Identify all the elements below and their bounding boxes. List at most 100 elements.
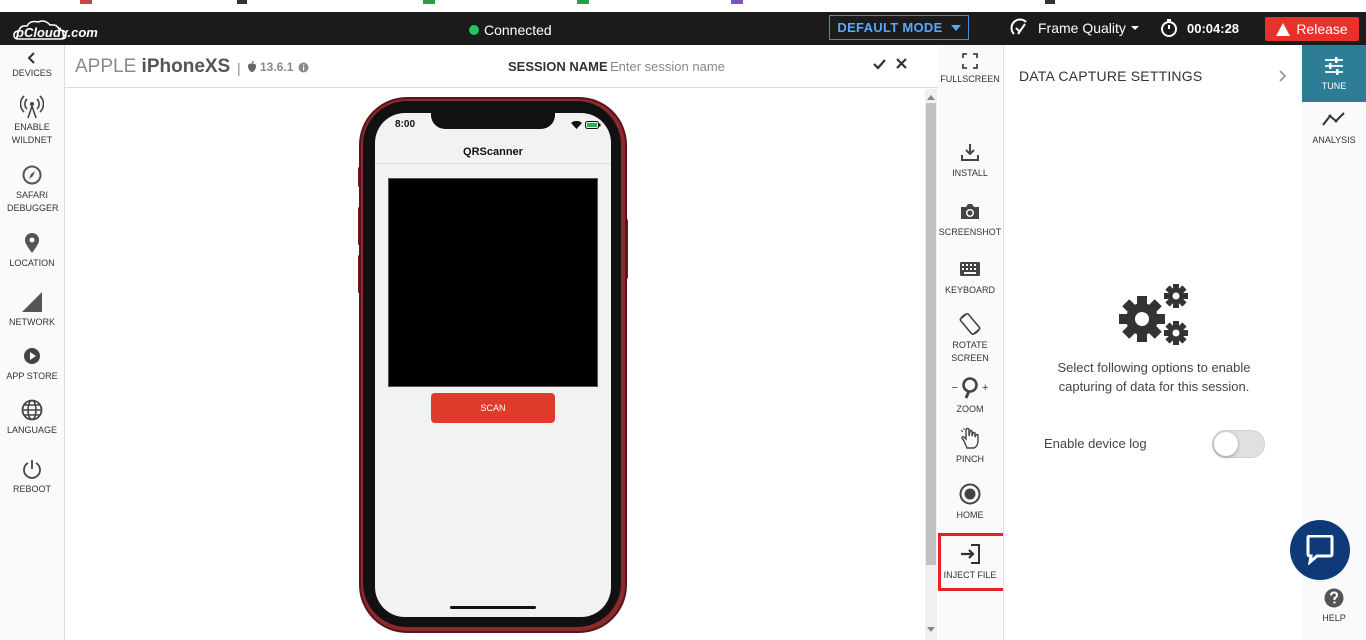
inject-file-highlight	[938, 533, 1006, 591]
map-pin-icon	[24, 231, 40, 255]
home-indicator[interactable]	[450, 606, 536, 609]
sidebar-item-label: ENABLE WILDNET	[11, 122, 53, 145]
left-sidebar: DEVICES ENABLE WILDNET SAFARI DEBUGGER L…	[0, 45, 65, 640]
tool-keyboard[interactable]: KEYBOARD	[938, 256, 1002, 297]
cancel-close-icon[interactable]	[896, 58, 907, 69]
keyboard-icon	[960, 256, 980, 282]
sidebar-item-devices[interactable]: DEVICES	[0, 51, 64, 80]
chevron-right-icon[interactable]	[1279, 70, 1287, 82]
session-name-label: SESSION NAME	[508, 59, 608, 74]
app-header-divider	[375, 163, 611, 164]
scroll-down-arrow-icon[interactable]	[927, 627, 935, 632]
tool-label: HOME	[956, 510, 984, 520]
header-separator: |	[237, 60, 241, 76]
scan-button[interactable]: SCAN	[431, 393, 555, 423]
device-log-label: Enable device log	[1044, 436, 1147, 451]
logo-text: pCloudy.com	[16, 25, 98, 40]
status-dot-icon	[469, 25, 479, 35]
session-name-input[interactable]	[610, 56, 860, 76]
tool-screenshot[interactable]: SCREENSHOT	[938, 198, 1002, 239]
timer-value: 00:04:28	[1187, 20, 1240, 36]
top-bar: pCloudy.com Connected DEFAULT MODE Frame…	[0, 0, 1366, 45]
device-log-toggle[interactable]	[1212, 430, 1265, 458]
stage-scrollbar[interactable]	[925, 89, 937, 640]
zoom-in-icon[interactable]: +	[982, 382, 988, 395]
magnifier-icon	[962, 377, 978, 399]
sidebar-item-language[interactable]: LANGUAGE	[0, 398, 64, 437]
frame-quality-label: Frame Quality	[1038, 20, 1126, 36]
sidebar-item-label: DEVICES	[12, 68, 52, 78]
warning-triangle-icon	[1276, 22, 1291, 36]
zoom-out-icon[interactable]: −	[952, 382, 958, 395]
chat-widget-button[interactable]	[1290, 520, 1350, 580]
wifi-icon	[571, 121, 582, 129]
sidebar-item-network[interactable]: NETWORK	[0, 290, 64, 329]
phone-clock: 8:00	[395, 119, 416, 130]
connection-status: Connected	[469, 22, 552, 38]
battery-icon	[585, 121, 601, 129]
tab-tune[interactable]: TUNE	[1302, 45, 1366, 102]
data-capture-panel: DATA CAPTURE SETTINGS Select following o…	[1003, 45, 1302, 640]
device-header: APPLE iPhoneXS | 13.6.1 SESSION NAME	[65, 45, 1002, 88]
signal-icon	[21, 290, 43, 314]
sliders-icon	[1325, 57, 1343, 75]
phone-screen[interactable]: 8:00 QRScanner SCAN	[375, 113, 611, 617]
sidebar-item-enable-wildnet[interactable]: ENABLE WILDNET	[0, 95, 64, 147]
release-button[interactable]: Release	[1265, 17, 1359, 41]
session-timer: 00:04:28	[1160, 18, 1239, 38]
app-title: QRScanner	[463, 146, 523, 158]
caret-down-icon	[950, 24, 961, 31]
apple-icon	[248, 61, 256, 72]
tab-label: TUNE	[1321, 81, 1347, 91]
browser-bookmarks-strip	[0, 0, 1366, 12]
scroll-thumb[interactable]	[926, 103, 936, 565]
chevron-left-icon	[27, 51, 37, 65]
sidebar-item-safari-debugger[interactable]: SAFARI DEBUGGER	[0, 163, 64, 215]
sidebar-item-location[interactable]: LOCATION	[0, 231, 64, 270]
tool-label: SCREENSHOT	[938, 227, 1002, 237]
pcloudy-logo[interactable]: pCloudy.com	[12, 17, 98, 41]
scroll-up-arrow-icon[interactable]	[927, 95, 935, 100]
mode-dropdown[interactable]: DEFAULT MODE	[829, 15, 969, 40]
tool-install[interactable]: INSTALL	[938, 139, 1002, 180]
tool-rotate-screen[interactable]: ROTATE SCREEN	[938, 311, 1002, 365]
tool-label: ZOOM	[956, 404, 984, 414]
device-model: iPhoneXS	[141, 56, 231, 77]
device-name: APPLE iPhoneXS	[75, 56, 230, 78]
tool-zoom[interactable]: − + ZOOM	[938, 375, 1002, 416]
compass-icon	[22, 163, 42, 187]
tool-home[interactable]: HOME	[938, 481, 1002, 522]
sidebar-item-label: NETWORK	[9, 317, 55, 327]
tool-pinch[interactable]: PINCH	[938, 425, 1002, 466]
hand-icon	[960, 425, 980, 451]
phone-status-icons	[571, 121, 601, 129]
info-icon[interactable]	[298, 62, 309, 73]
os-version-text: 13.6.1	[260, 60, 294, 74]
tool-label: KEYBOARD	[944, 285, 995, 295]
sidebar-item-reboot[interactable]: REBOOT	[0, 457, 64, 496]
play-icon	[23, 344, 41, 368]
power-icon	[22, 457, 42, 481]
status-text: Connected	[484, 22, 552, 38]
confirm-check-icon[interactable]	[873, 58, 886, 70]
tool-label: ROTATE SCREEN	[951, 340, 989, 363]
sidebar-item-label: SAFARI DEBUGGER	[7, 190, 59, 213]
home-circle-icon	[959, 481, 981, 507]
device-screen[interactable]: 8:00 QRScanner SCAN	[358, 97, 628, 633]
mode-label: DEFAULT MODE	[837, 20, 943, 35]
zoom-controls: − +	[952, 375, 988, 401]
stopwatch-icon	[1161, 19, 1177, 37]
device-brand: APPLE	[75, 56, 137, 77]
sidebar-item-label: APP STORE	[6, 371, 58, 381]
tool-fullscreen[interactable]: FULLSCREEN	[938, 51, 1002, 86]
help-button[interactable]: HELP	[1302, 588, 1366, 623]
globe-icon	[21, 398, 43, 422]
tool-label: INSTALL	[952, 168, 988, 178]
sidebar-item-app-store[interactable]: APP STORE	[0, 344, 64, 383]
help-icon	[1324, 588, 1344, 608]
panel-description: Select following options to enable captu…	[1057, 360, 1251, 394]
frame-quality-dropdown[interactable]: Frame Quality	[1010, 18, 1139, 38]
tab-analysis[interactable]: ANALYSIS	[1302, 111, 1366, 145]
caret-down-icon	[1130, 26, 1139, 30]
panel-title: DATA CAPTURE SETTINGS	[1019, 68, 1203, 84]
